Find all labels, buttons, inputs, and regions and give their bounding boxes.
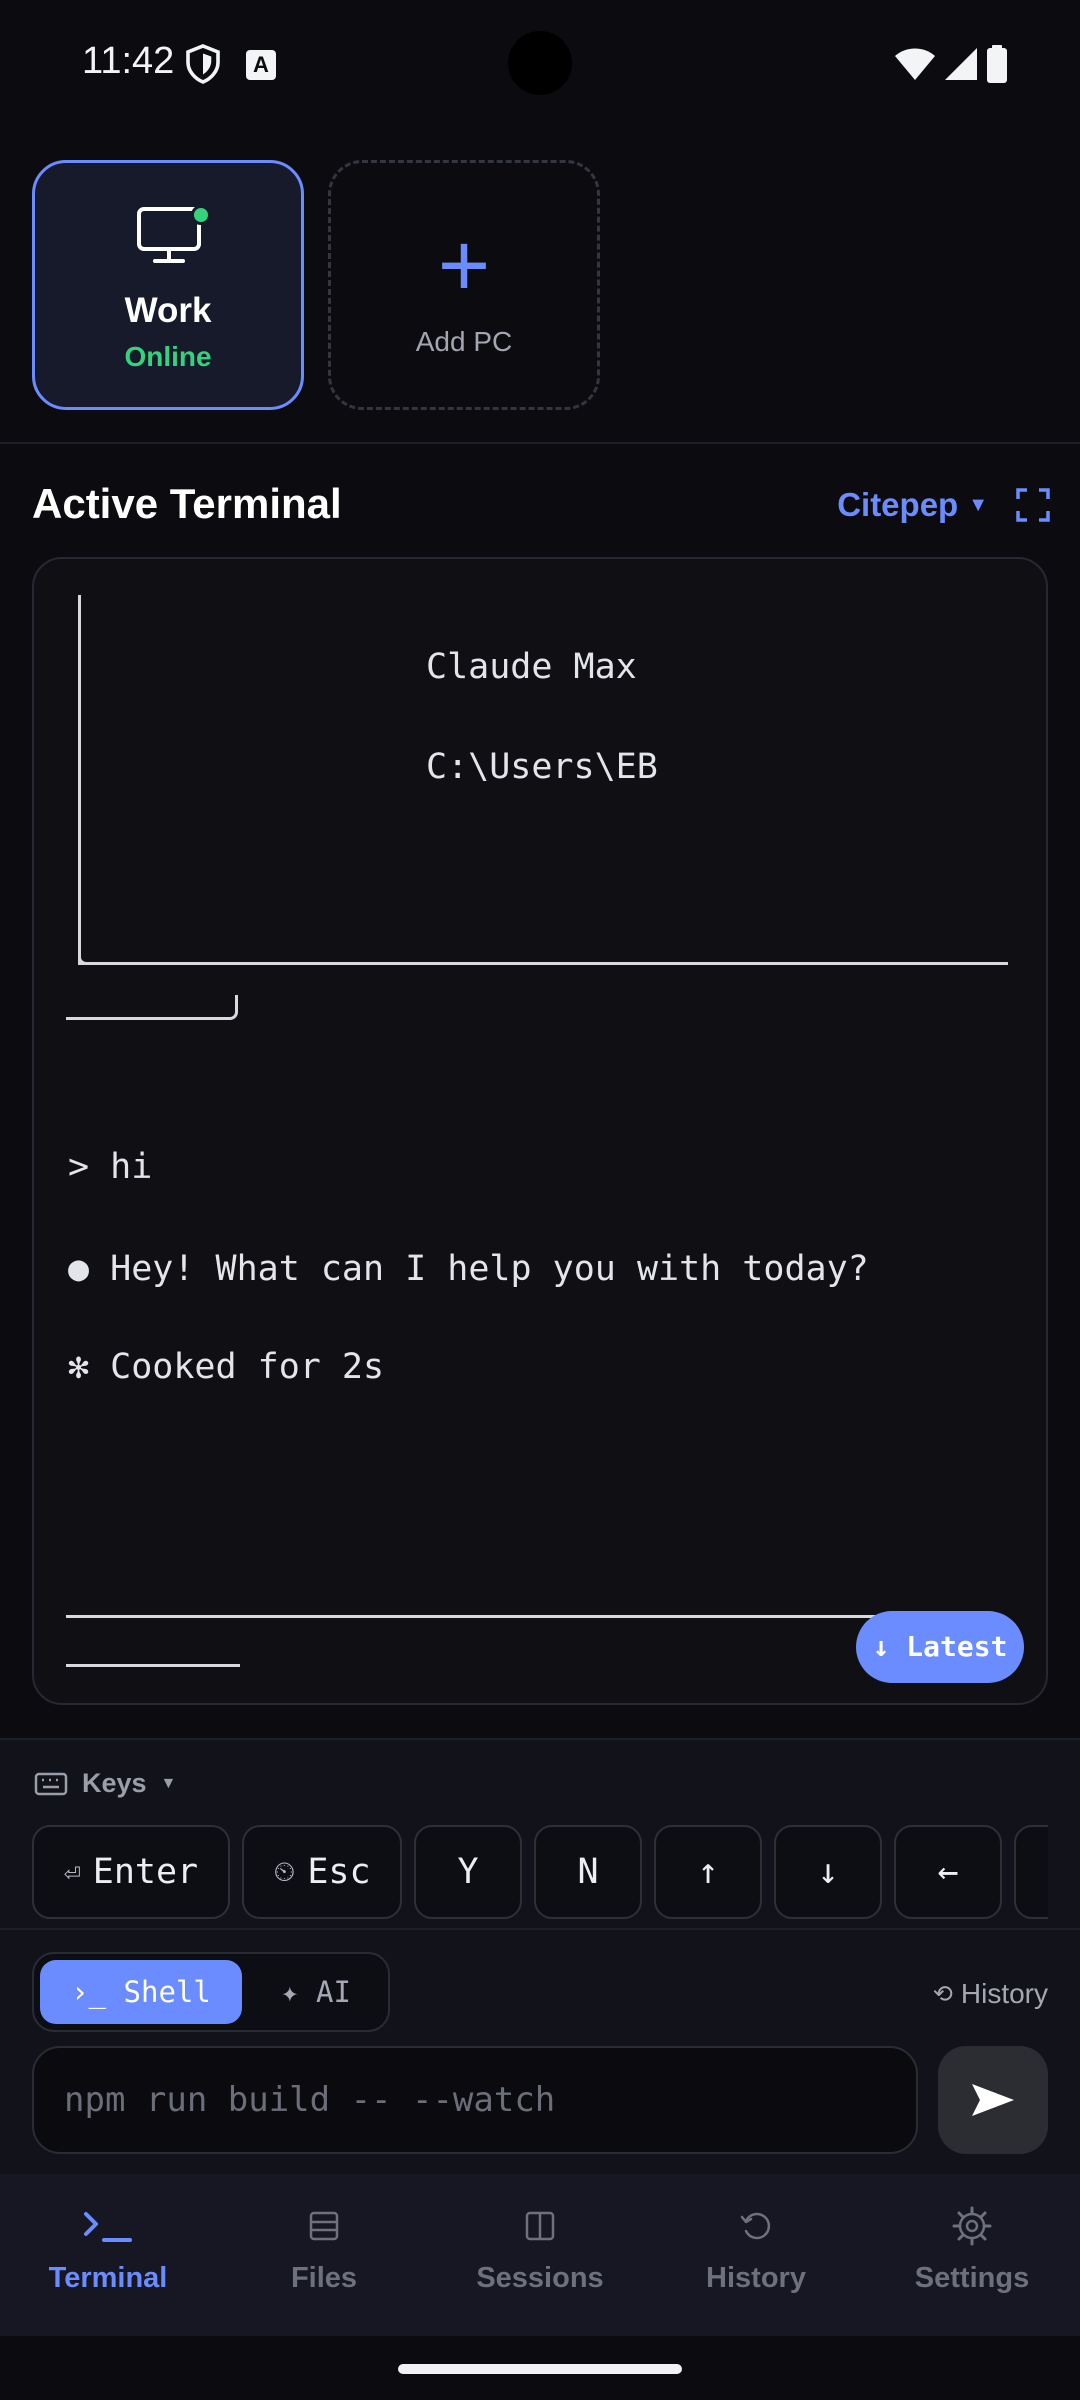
- home-indicator[interactable]: [398, 2364, 682, 2374]
- key-left[interactable]: ←: [894, 1825, 1002, 1919]
- key-n[interactable]: N: [534, 1825, 642, 1919]
- key-down[interactable]: ↓: [774, 1825, 882, 1919]
- chevron-down-icon: ▼: [968, 493, 988, 516]
- key-enter[interactable]: ⏎ Enter: [32, 1825, 230, 1919]
- input-rule: [66, 1615, 916, 1618]
- nav-terminal[interactable]: Terminal: [0, 2174, 216, 2336]
- status-icons: [894, 44, 1008, 84]
- nav-label: Terminal: [48, 2262, 168, 2294]
- settings-icon: [864, 2200, 1080, 2252]
- scroll-latest-button[interactable]: ↓ Latest: [856, 1611, 1024, 1683]
- nav-label: Files: [290, 2262, 358, 2294]
- section-title: Active Terminal: [32, 480, 342, 527]
- add-pc-button[interactable]: + Add PC: [328, 160, 600, 410]
- status-time: 11:42: [82, 40, 175, 82]
- key-esc[interactable]: ⏲ Esc: [242, 1825, 402, 1919]
- keyboard-icon: [34, 1772, 68, 1795]
- sessions-icon: [432, 2200, 648, 2252]
- input-rule: [66, 1664, 240, 1667]
- session-selector[interactable]: Citepep ▼: [837, 486, 988, 524]
- box-border: [66, 1017, 226, 1020]
- shield-icon: [186, 44, 220, 84]
- nav-label: History: [706, 2262, 806, 2294]
- keys-panel: Keys ▼ ⏎ Enter ⏲ Esc Y N ↑ ↓ ←: [0, 1738, 1080, 1928]
- terminal-line: C:\Users\EB: [426, 747, 658, 787]
- key-label: Y: [457, 1852, 479, 1892]
- key-label: ↓: [817, 1852, 839, 1892]
- history-label: History: [960, 1978, 1048, 2009]
- terminal-output[interactable]: Claude Max C:\Users\EB > hi ● Hey! What …: [32, 557, 1048, 1705]
- a-icon: A: [246, 50, 276, 80]
- pc-name: Work: [124, 291, 212, 330]
- terminal-line: ✻ Cooked for 2s: [68, 1347, 385, 1387]
- command-input[interactable]: [32, 2046, 918, 2154]
- history-icon: ⟲: [932, 1980, 953, 2008]
- key-up[interactable]: ↑: [654, 1825, 762, 1919]
- terminal-icon: [0, 2200, 216, 2252]
- ai-mode-button[interactable]: ✦ AI: [246, 1960, 386, 2024]
- key-label: Enter: [92, 1852, 199, 1892]
- history-icon: [648, 2200, 864, 2252]
- pc-card-work[interactable]: Work Online: [32, 160, 304, 410]
- send-icon: [972, 2084, 1014, 2116]
- send-button[interactable]: [938, 2046, 1048, 2154]
- terminal-line: Claude Max: [426, 647, 637, 687]
- status-bar: 11:42 A: [0, 0, 1080, 128]
- enter-icon: ⏎: [63, 1855, 81, 1889]
- pc-list: Work Online + Add PC: [32, 160, 600, 410]
- escape-icon: ⏲: [273, 1855, 296, 1888]
- key-label: ↑: [697, 1852, 719, 1892]
- box-border: [78, 595, 81, 965]
- command-panel: ›_ Shell ✦ AI ⟲ History: [0, 1928, 1080, 2174]
- bottom-nav: Terminal Files Sessions History Settings: [0, 2174, 1080, 2336]
- history-button[interactable]: ⟲ History: [933, 1978, 1048, 2010]
- plus-icon: +: [437, 216, 491, 316]
- pc-status: Online: [124, 341, 212, 372]
- key-y[interactable]: Y: [414, 1825, 522, 1919]
- key-label: ←: [937, 1852, 959, 1892]
- keys-label: Keys: [82, 1768, 147, 1798]
- chevron-down-icon: ▼: [160, 1774, 177, 1792]
- nav-history[interactable]: History: [648, 2174, 864, 2336]
- add-pc-label: Add PC: [415, 326, 513, 357]
- terminal-line: > hi: [68, 1147, 153, 1187]
- key-label: N: [577, 1852, 599, 1892]
- keys-row: ⏎ Enter ⏲ Esc Y N ↑ ↓ ←: [32, 1825, 1048, 1921]
- front-camera: [508, 31, 572, 95]
- files-icon: [216, 2200, 432, 2252]
- online-indicator: [191, 205, 211, 225]
- wifi-icon: [895, 48, 935, 80]
- nav-label: Sessions: [476, 2262, 604, 2294]
- battery-icon: [987, 45, 1007, 83]
- divider: [0, 442, 1080, 444]
- box-border: [78, 962, 1008, 965]
- nav-settings[interactable]: Settings: [864, 2174, 1080, 2336]
- nav-files[interactable]: Files: [216, 2174, 432, 2336]
- terminal-line: ● Hey! What can I help you with today?: [68, 1249, 869, 1289]
- key-more[interactable]: [1014, 1825, 1048, 1919]
- shell-mode-button[interactable]: ›_ Shell: [40, 1960, 242, 2024]
- mode-toggle: ›_ Shell ✦ AI: [32, 1952, 390, 2032]
- signal-icon: [945, 48, 977, 80]
- box-border: [224, 995, 238, 1020]
- keys-toggle[interactable]: Keys ▼: [34, 1768, 176, 1799]
- key-label: Esc: [307, 1852, 371, 1892]
- fullscreen-icon[interactable]: [1016, 488, 1050, 522]
- session-name: Citepep: [837, 486, 959, 523]
- nav-label: Settings: [914, 2262, 1030, 2294]
- nav-sessions[interactable]: Sessions: [432, 2174, 648, 2336]
